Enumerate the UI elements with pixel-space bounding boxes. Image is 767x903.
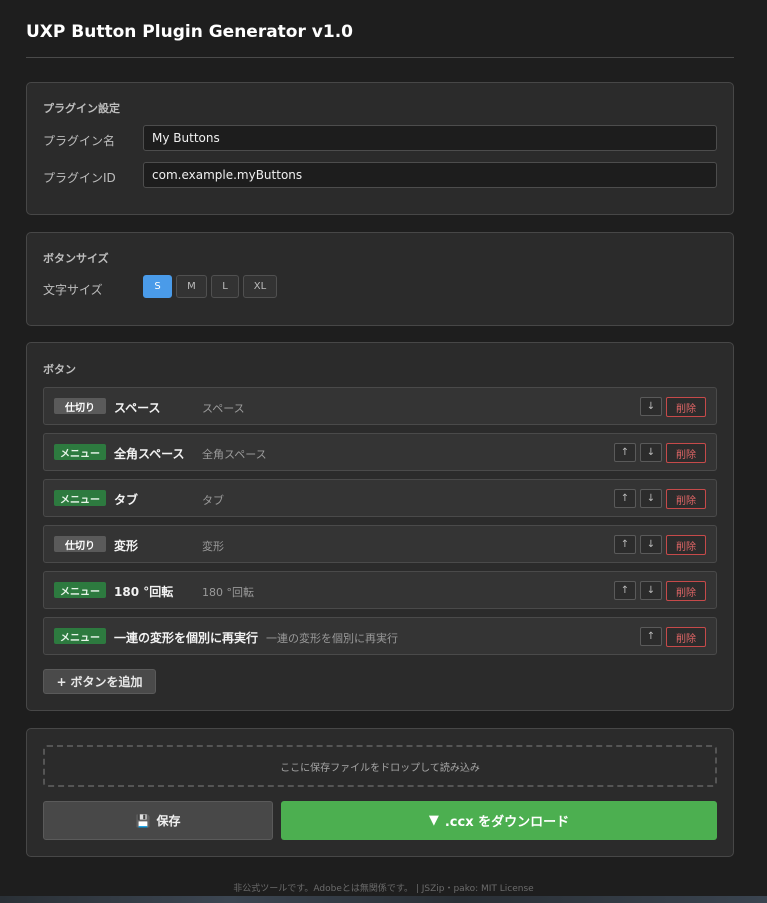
move-up-button[interactable]: ↑ [614, 535, 636, 554]
type-badge: メニュー [54, 582, 106, 598]
plugin-name-input[interactable] [143, 125, 717, 151]
button-row[interactable]: メニュー 180 °回転 180 °回転 ↑ ↓ 削除 [43, 571, 717, 609]
delete-button[interactable]: 削除 [666, 489, 706, 509]
button-name: タブ [114, 493, 139, 507]
add-button-label: ボタンを追加 [70, 675, 143, 689]
page-title: UXP Button Plugin Generator v1.0 [26, 22, 353, 42]
delete-button[interactable]: 削除 [666, 627, 706, 647]
button-size-title: ボタンサイズ [43, 252, 109, 265]
button-row[interactable]: メニュー 全角スペース 全角スペース ↑ ↓ 削除 [43, 433, 717, 471]
plugin-settings-title: プラグイン設定 [43, 102, 120, 115]
page: UXP Button Plugin Generator v1.0 プラグイン設定… [0, 0, 767, 903]
move-down-button[interactable]: ↓ [640, 489, 662, 508]
delete-button[interactable]: 削除 [666, 443, 706, 463]
size-option-m[interactable]: M [176, 275, 207, 298]
move-down-button[interactable]: ↓ [640, 443, 662, 462]
delete-button[interactable]: 削除 [666, 397, 706, 417]
button-row[interactable]: メニュー タブ タブ ↑ ↓ 削除 [43, 479, 717, 517]
buttons-title: ボタン [43, 363, 76, 376]
font-size-label: 文字サイズ [43, 283, 103, 297]
button-name: 全角スペース [114, 447, 185, 461]
plugin-id-input[interactable] [143, 162, 717, 188]
type-badge: メニュー [54, 490, 106, 506]
download-arrow-icon: ▼ [428, 813, 439, 828]
size-option-xl[interactable]: XL [243, 275, 277, 298]
button-name: 変形 [114, 539, 139, 553]
button-name: スペース [114, 401, 161, 415]
plus-icon: + [56, 674, 67, 689]
type-badge: メニュー [54, 628, 106, 644]
floppy-disk-icon: 💾 [135, 813, 151, 828]
desktop-background-strip [0, 896, 767, 903]
button-desc: 一連の変形を個別に再実行 [266, 632, 398, 645]
footer-note: 非公式ツールです。Adobeとは無関係です。 | JSZip・pako: MIT… [233, 884, 534, 894]
size-option-l[interactable]: L [211, 275, 239, 298]
title-divider [26, 57, 734, 58]
move-up-button[interactable]: ↑ [614, 581, 636, 600]
button-desc: 変形 [202, 540, 224, 553]
button-row[interactable]: 仕切り スペース スペース ↓ 削除 [43, 387, 717, 425]
move-down-button[interactable]: ↓ [640, 397, 662, 416]
drop-zone-text: ここに保存ファイルをドロップして読み込み [280, 762, 480, 774]
plugin-settings-panel: プラグイン設定 プラグイン名 プラグインID [26, 82, 734, 215]
button-name: 180 °回転 [114, 585, 174, 599]
type-badge: メニュー [54, 444, 106, 460]
button-name: 一連の変形を個別に再実行 [114, 631, 259, 645]
buttons-panel: ボタン 仕切り スペース スペース ↓ 削除 メニュー 全角スペース 全角スペー… [26, 342, 734, 711]
move-up-button[interactable]: ↑ [614, 443, 636, 462]
button-row[interactable]: メニュー 一連の変形を個別に再実行 一連の変形を個別に再実行 ↑ 削除 [43, 617, 717, 655]
export-panel: ここに保存ファイルをドロップして読み込み 💾 保存 ▼ .ccx をダウンロード [26, 728, 734, 857]
button-desc: 全角スペース [202, 448, 267, 461]
move-down-button[interactable]: ↓ [640, 581, 662, 600]
delete-button[interactable]: 削除 [666, 535, 706, 555]
download-label: .ccx をダウンロード [444, 815, 570, 830]
button-size-panel: ボタンサイズ 文字サイズ S M L XL [26, 232, 734, 326]
button-desc: タブ [202, 494, 224, 507]
button-row[interactable]: 仕切り 変形 変形 ↑ ↓ 削除 [43, 525, 717, 563]
plugin-id-label: プラグインID [43, 171, 116, 185]
size-option-s[interactable]: S [143, 275, 172, 298]
save-label: 保存 [156, 814, 181, 828]
plugin-name-label: プラグイン名 [43, 134, 116, 148]
type-badge: 仕切り [54, 536, 106, 552]
button-desc: スペース [202, 402, 245, 415]
button-desc: 180 °回転 [202, 586, 254, 599]
move-down-button[interactable]: ↓ [640, 535, 662, 554]
move-up-button[interactable]: ↑ [640, 627, 662, 646]
type-badge: 仕切り [54, 398, 106, 414]
add-button-button[interactable]: + ボタンを追加 [43, 669, 156, 694]
file-drop-zone[interactable]: ここに保存ファイルをドロップして読み込み [43, 745, 717, 787]
move-up-button[interactable]: ↑ [614, 489, 636, 508]
delete-button[interactable]: 削除 [666, 581, 706, 601]
download-ccx-button[interactable]: ▼ .ccx をダウンロード [281, 801, 717, 840]
save-button[interactable]: 💾 保存 [43, 801, 273, 840]
